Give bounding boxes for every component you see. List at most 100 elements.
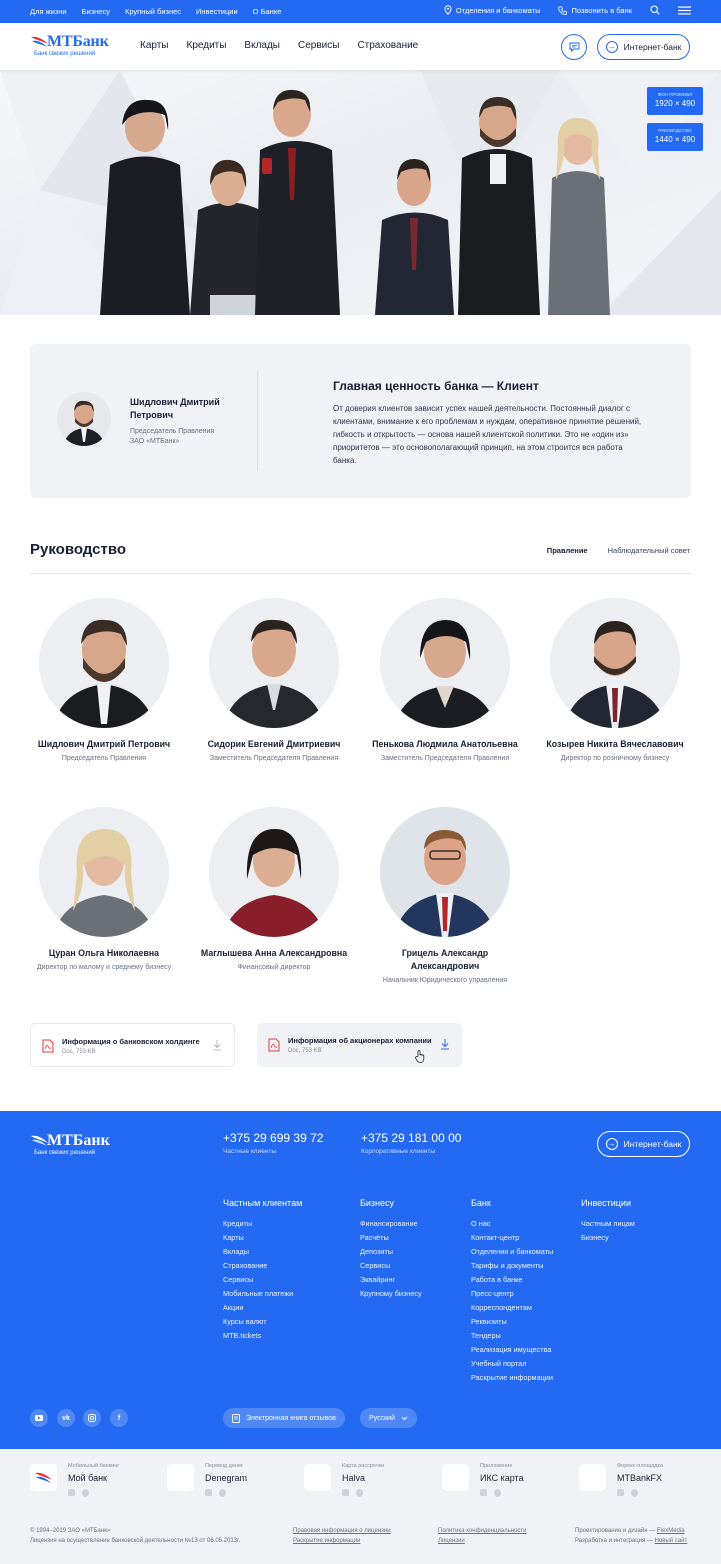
person-role: Начальник Юридического управления [382, 977, 508, 984]
top-link-business[interactable]: Бизнесу [82, 7, 110, 16]
person-card[interactable]: Пенькова Людмила Анатольевна Заместитель… [370, 598, 520, 764]
footer-link[interactable]: Отделения и банкоматы [471, 1245, 553, 1259]
menu-cards[interactable]: Карты [140, 40, 169, 51]
footer-link[interactable]: Реквизиты [471, 1315, 553, 1329]
menu-deposits[interactable]: Вклады [244, 40, 280, 51]
footer-link[interactable]: Депозиты [360, 1245, 422, 1259]
footer-link[interactable]: Частным лицам [581, 1217, 635, 1231]
apple-icon[interactable] [494, 1489, 501, 1497]
download-icon[interactable] [212, 1039, 222, 1051]
footer-link[interactable]: Вклады [223, 1245, 302, 1259]
android-icon[interactable] [68, 1489, 75, 1496]
apple-icon[interactable] [631, 1489, 638, 1497]
footer-link[interactable]: Раскрытие информации [471, 1371, 553, 1385]
menu-insurance[interactable]: Страхование [357, 40, 418, 51]
android-icon[interactable] [342, 1489, 349, 1496]
top-link-about[interactable]: О Банке [253, 7, 282, 16]
footer-link[interactable]: Карты [223, 1231, 302, 1245]
footer-link[interactable]: Мобильные платежи [223, 1287, 302, 1301]
person-card[interactable]: Маглышева Анна Александровна Финансовый … [199, 807, 349, 973]
dev-link[interactable]: Новый сайт [655, 1538, 688, 1544]
ceo-quote-card: Шидлович Дмитрий Петрович Председатель П… [30, 344, 691, 498]
person-card[interactable]: Грицель Александр Александрович Начальни… [370, 807, 520, 986]
youtube-icon[interactable] [30, 1409, 48, 1427]
top-link-investments[interactable]: Инвестиции [196, 7, 238, 16]
footer-link[interactable]: Сервисы [360, 1259, 422, 1273]
footer-link[interactable]: Расчёты [360, 1231, 422, 1245]
footer-internet-bank-button[interactable]: → Интернет-банк [597, 1131, 690, 1157]
chat-button[interactable] [561, 34, 587, 60]
legal-link[interactable]: Правовая информация о лицензии [293, 1528, 391, 1534]
dev-credit: Разработка и интеграция — Новый сайт [575, 1538, 687, 1544]
person-card[interactable]: Цуран Ольга Николаевна Директор по малом… [29, 807, 179, 973]
person-card[interactable]: Козырев Никита Вячеславович Директор по … [540, 598, 690, 764]
top-bar: Для жизни Бизнесу Крупный бизнес Инвести… [0, 0, 721, 23]
footer-column-title: Частным клиентам [223, 1198, 303, 1208]
footer-link[interactable]: Тендеры [471, 1329, 553, 1343]
footer-link[interactable]: Контакт-центр [471, 1231, 553, 1245]
facebook-icon[interactable]: f [110, 1409, 128, 1427]
footer-link[interactable]: Кредиты [223, 1217, 302, 1231]
person-card[interactable]: Шидлович Дмитрий Петрович Председатель П… [29, 598, 179, 764]
footer-link[interactable]: Пресс-центр [471, 1287, 553, 1301]
footer-link[interactable]: Курсы валют [223, 1315, 302, 1329]
phone-corporate[interactable]: +375 29 181 00 00 Корпоративные клиенты [361, 1131, 461, 1155]
footer-link[interactable]: Учебный портал [471, 1357, 553, 1371]
footer-link[interactable]: Эквайринг [360, 1273, 422, 1287]
app-icon [30, 1464, 57, 1491]
menu-services[interactable]: Сервисы [298, 40, 339, 51]
android-icon[interactable] [205, 1489, 212, 1496]
design-link[interactable]: FlexMedia [657, 1528, 685, 1534]
phone-private[interactable]: +375 29 699 39 72 Частные клиенты [223, 1131, 323, 1155]
footer-link[interactable]: Сервисы [223, 1273, 302, 1287]
legal-link[interactable]: Политика конфиденциальности [438, 1528, 527, 1534]
legal-link[interactable]: Лицензии [438, 1538, 465, 1544]
document-download-holding[interactable]: Информация о банковском холдинге Doc, 75… [30, 1023, 235, 1067]
design-label: Проектирование и дизайн — [575, 1528, 656, 1534]
call-bank-link[interactable]: Позвонить в банк [558, 6, 632, 15]
android-icon[interactable] [617, 1489, 624, 1496]
footer-link[interactable]: Бизнесу [581, 1231, 635, 1245]
footer-link[interactable]: Финансирование [360, 1217, 422, 1231]
footer-link[interactable]: Тарифы и документы [471, 1259, 553, 1273]
tab-board[interactable]: Правление [547, 546, 588, 555]
hamburger-menu-icon[interactable] [678, 6, 691, 15]
person-name: Шидлович Дмитрий Петрович [37, 739, 171, 749]
person-name: Сидорик Евгений Дмитриевич [207, 739, 341, 749]
search-icon[interactable] [650, 5, 660, 15]
person-name: Грицель Александр Александрович [401, 948, 489, 971]
app-name: MTBankFX [617, 1473, 663, 1483]
language-select[interactable]: Русский [360, 1408, 417, 1428]
top-link-corporate[interactable]: Крупный бизнес [125, 7, 181, 16]
footer-link[interactable]: О нас [471, 1217, 553, 1231]
apple-icon[interactable] [219, 1489, 226, 1497]
tab-supervisory-council[interactable]: Наблюдательный совет [608, 546, 690, 555]
apple-icon[interactable] [356, 1489, 363, 1497]
footer-link[interactable]: Корреспондентам [471, 1301, 553, 1315]
branches-link[interactable]: Отделения и банкоматы [444, 5, 540, 15]
top-link-life[interactable]: Для жизни [30, 7, 67, 16]
person-photo [380, 807, 510, 937]
document-download-shareholders[interactable]: Информация об акционерах компании Doc, 7… [257, 1023, 462, 1067]
menu-credits[interactable]: Кредиты [187, 40, 227, 51]
apple-icon[interactable] [82, 1489, 89, 1497]
hero-size-badge-1: ФОН ПРОМОБЛ 1920 × 490 [647, 87, 703, 115]
download-icon[interactable] [440, 1038, 450, 1050]
quote-title: Главная ценность банка — Клиент [333, 379, 539, 393]
vk-icon[interactable]: vk [57, 1409, 75, 1427]
license-text: Лицензия на осуществление банковской дея… [30, 1538, 241, 1544]
reviews-book-button[interactable]: Электронная книга отзывов [223, 1408, 345, 1428]
footer-link[interactable]: Реализация имущества [471, 1343, 553, 1357]
footer-link[interactable]: MTB.tickets [223, 1329, 302, 1343]
footer-link[interactable]: Акции [223, 1301, 302, 1315]
management-divider [30, 573, 691, 574]
footer-link[interactable]: Работа в банке [471, 1273, 553, 1287]
legal-link[interactable]: Раскрытие информации [293, 1538, 360, 1544]
footer-link[interactable]: Страхование [223, 1259, 302, 1273]
internet-bank-button[interactable]: → Интернет-банк [597, 34, 690, 60]
person-card[interactable]: Сидорик Евгений Дмитриевич Заместитель П… [199, 598, 349, 764]
instagram-icon[interactable] [83, 1409, 101, 1427]
android-icon[interactable] [480, 1489, 487, 1496]
footer-link[interactable]: Крупному бизнесу [360, 1287, 422, 1301]
footer-internet-bank-label: Интернет-банк [623, 1139, 682, 1149]
